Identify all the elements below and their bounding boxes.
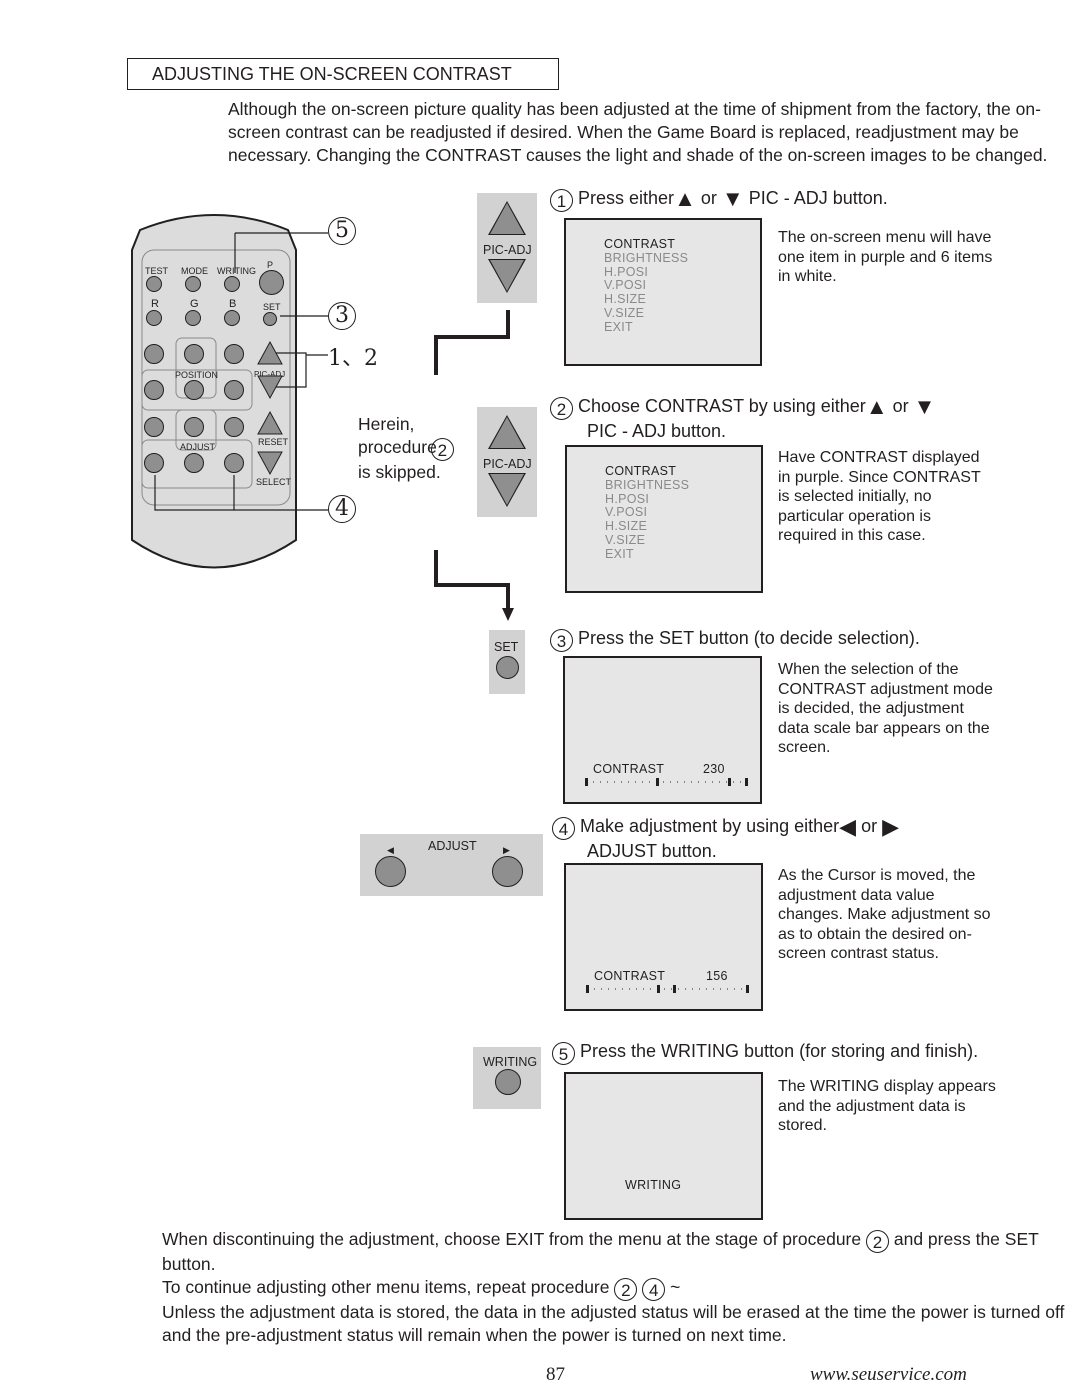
onscreen-menu: CONTRAST BRIGHTNESS H.POSI V.POSI H.SIZE…	[605, 464, 689, 562]
screen-step-3-scale: CONTRAST 230	[563, 656, 762, 804]
set-button[interactable]	[496, 656, 519, 679]
up-triangle-icon: ▲	[674, 186, 696, 211]
picadj-button-panel-2: PIC-ADJ	[477, 407, 537, 517]
procedure-2-badge: 2	[614, 1278, 638, 1301]
step-2-heading: 2 Choose CONTRAST by using either▲ or ▼ …	[550, 395, 1070, 442]
step-3-heading: 3 Press the SET button (to decide select…	[550, 627, 1070, 652]
page-number: 87	[546, 1364, 565, 1385]
writing-display: WRITING	[625, 1178, 682, 1192]
menu-item-exit[interactable]: EXIT	[605, 547, 689, 562]
step-4-badge: 4	[552, 817, 575, 840]
adjust-button-panel: ADJUST ◀ ▶	[360, 834, 543, 896]
scale-value: 230	[703, 762, 725, 776]
screen-step-2-menu: CONTRAST BRIGHTNESS H.POSI V.POSI H.SIZE…	[565, 445, 763, 593]
callout-lines-icon	[154, 232, 328, 511]
adjust-right-button[interactable]	[492, 856, 523, 887]
step-2-note: Have CONTRAST displayed in purple. Since…	[778, 449, 981, 545]
section-title: ADJUSTING THE ON-SCREEN CONTRAST	[127, 58, 559, 90]
step-1-badge: 1	[550, 189, 573, 212]
menu-item-contrast[interactable]: CONTRAST	[604, 237, 688, 252]
screen-step-4-scale: CONTRAST 156	[564, 863, 763, 1011]
scale-label: CONTRAST	[593, 762, 665, 776]
scale-bar-icon	[585, 778, 748, 786]
picadj-label: PIC-ADJ	[483, 457, 532, 471]
writing-label: WRITING	[483, 1055, 538, 1069]
menu-item-hposi[interactable]: H.POSI	[605, 492, 689, 507]
step-1-note: The on-screen menu will have one item in…	[778, 229, 993, 286]
writing-button-panel: WRITING	[473, 1047, 541, 1109]
set-label: SET	[494, 640, 519, 654]
website-link[interactable]: www.seuservice.com	[810, 1364, 967, 1386]
down-triangle-icon: ▼	[913, 394, 936, 419]
menu-item-vsize[interactable]: V.SIZE	[605, 533, 689, 548]
step-1-heading: 1 Press either▲ or ▼ PIC - ADJ button.	[550, 187, 1070, 212]
step-4-heading: 4 Make adjustment by using either◀ or ▶ …	[552, 815, 1072, 862]
intro-paragraph: Although the on-screen picture quality h…	[228, 99, 1048, 165]
menu-item-vposi[interactable]: V.POSI	[605, 506, 689, 520]
right-triangle-icon: ▶	[882, 814, 900, 839]
right-arrow-icon: ▶	[503, 845, 510, 855]
picadj-button-panel-1: PIC-ADJ	[477, 193, 537, 303]
menu-item-brightness[interactable]: BRIGHTNESS	[604, 251, 688, 266]
picadj-down-icon[interactable]	[488, 473, 526, 507]
scale-label: CONTRAST	[594, 969, 666, 983]
step-4-note: As the Cursor is moved, the adjustment d…	[778, 867, 991, 963]
menu-item-hsize[interactable]: H.SIZE	[604, 292, 688, 307]
callout-1-2: 1、2	[328, 346, 378, 371]
screen-step-1-menu: CONTRAST BRIGHTNESS H.POSI V.POSI H.SIZE…	[564, 218, 762, 366]
procedure-4-badge: 4	[642, 1278, 666, 1301]
menu-item-contrast[interactable]: CONTRAST	[605, 464, 689, 479]
adjust-left-button[interactable]	[375, 856, 406, 887]
picadj-up-icon[interactable]	[488, 415, 526, 449]
picadj-down-icon[interactable]	[488, 259, 526, 293]
callout-3: 3	[328, 302, 356, 330]
scale-bar-icon	[586, 985, 749, 993]
step-5-heading: 5 Press the WRITING button (for storing …	[552, 1040, 1072, 1065]
callout-4: 4	[328, 495, 356, 523]
menu-item-hposi[interactable]: H.POSI	[604, 265, 688, 280]
menu-item-vsize[interactable]: V.SIZE	[604, 306, 688, 321]
step-5-note: The WRITING display appears and the adju…	[778, 1078, 996, 1135]
menu-item-vposi[interactable]: V.POSI	[604, 279, 688, 293]
footer-notes: When discontinuing the adjustment, choos…	[162, 1229, 1065, 1345]
step-3-note: When the selection of the CONTRAST adjus…	[778, 661, 993, 757]
left-triangle-icon: ◀	[839, 814, 857, 839]
set-button-panel: SET	[489, 630, 525, 694]
scale-value: 156	[706, 969, 728, 983]
screen-step-5-writing: WRITING	[564, 1072, 763, 1220]
picadj-label: PIC-ADJ	[483, 243, 532, 257]
step-5-badge: 5	[552, 1042, 575, 1065]
menu-item-exit[interactable]: EXIT	[604, 320, 688, 335]
writing-button[interactable]	[495, 1069, 521, 1095]
procedure-2-badge: 2	[866, 1230, 889, 1253]
step-2-badge: 2	[550, 397, 573, 420]
step-3-badge: 3	[550, 629, 573, 652]
down-triangle-icon: ▼	[721, 186, 744, 211]
up-triangle-icon: ▲	[865, 394, 888, 419]
adjust-label: ADJUST	[428, 839, 477, 853]
callout-5: 5	[328, 217, 356, 245]
picadj-up-icon[interactable]	[488, 201, 526, 235]
onscreen-menu: CONTRAST BRIGHTNESS H.POSI V.POSI H.SIZE…	[604, 237, 688, 335]
menu-item-hsize[interactable]: H.SIZE	[605, 519, 689, 534]
left-arrow-icon: ◀	[387, 845, 394, 855]
menu-item-brightness[interactable]: BRIGHTNESS	[605, 478, 689, 493]
